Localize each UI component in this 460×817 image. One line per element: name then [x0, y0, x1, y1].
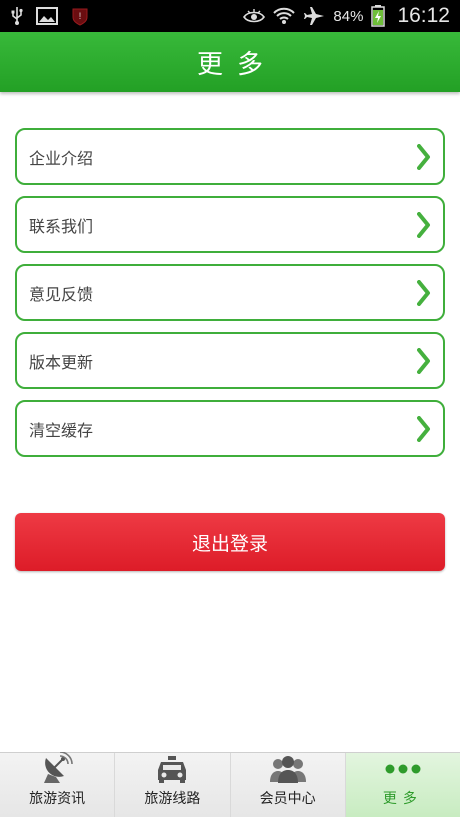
chevron-right-icon: [417, 211, 431, 238]
menu-item-label: 企业介绍: [29, 148, 94, 168]
more-dots-icon: [384, 753, 422, 784]
menu-item-contact-us[interactable]: 联系我们: [15, 196, 445, 253]
bottom-tab-bar: 旅游资讯 旅游线路 会员中心 更多: [0, 752, 460, 817]
menu-item-company-intro[interactable]: 企业介绍: [15, 128, 445, 185]
usb-icon: [10, 6, 24, 26]
tab-travel-routes[interactable]: 旅游线路: [115, 753, 231, 817]
menu-item-label: 清空缓存: [29, 420, 94, 440]
chevron-right-icon: [417, 347, 431, 374]
menu-item-label: 版本更新: [29, 352, 94, 372]
chevron-right-icon: [417, 415, 431, 442]
battery-percent: 84%: [333, 7, 364, 25]
page-title: 更多: [196, 49, 277, 80]
wifi-icon: [273, 6, 296, 26]
menu-list: 企业介绍 联系我们 意见反馈 版本更新 清空缓存: [15, 128, 445, 468]
clock: 16:12: [397, 4, 450, 27]
eye-icon: [243, 8, 266, 24]
car-icon: [155, 753, 189, 784]
chevron-right-icon: [417, 143, 431, 170]
battery-charging-icon: [371, 5, 386, 27]
tab-label: 旅游线路: [144, 791, 201, 807]
menu-item-clear-cache[interactable]: 清空缓存: [15, 400, 445, 457]
tab-travel-news[interactable]: 旅游资讯: [0, 752, 116, 817]
tab-more[interactable]: 更多: [345, 753, 460, 817]
menu-item-label: 联系我们: [29, 216, 94, 236]
logout-label: 退出登录: [191, 532, 268, 555]
status-bar: ! 84% 16:12: [0, 0, 460, 32]
tab-label: 会员中心: [259, 791, 316, 807]
tab-label: 更多: [382, 791, 423, 807]
tab-label: 旅游资讯: [29, 791, 86, 807]
chevron-right-icon: [417, 279, 431, 306]
airplane-icon: [303, 6, 325, 26]
logout-button[interactable]: 退出登录: [15, 513, 445, 571]
menu-item-version-update[interactable]: 版本更新: [15, 332, 445, 389]
menu-item-feedback[interactable]: 意见反馈: [15, 264, 445, 321]
satellite-dish-icon: [40, 752, 74, 784]
notification-badge-icon: !: [70, 6, 90, 26]
tab-member-center[interactable]: 会员中心: [231, 753, 346, 817]
image-icon: [36, 7, 58, 25]
users-icon: [268, 753, 308, 784]
menu-item-label: 意见反馈: [29, 284, 94, 304]
app-header: 更多: [0, 32, 460, 92]
svg-text:!: !: [79, 11, 82, 21]
